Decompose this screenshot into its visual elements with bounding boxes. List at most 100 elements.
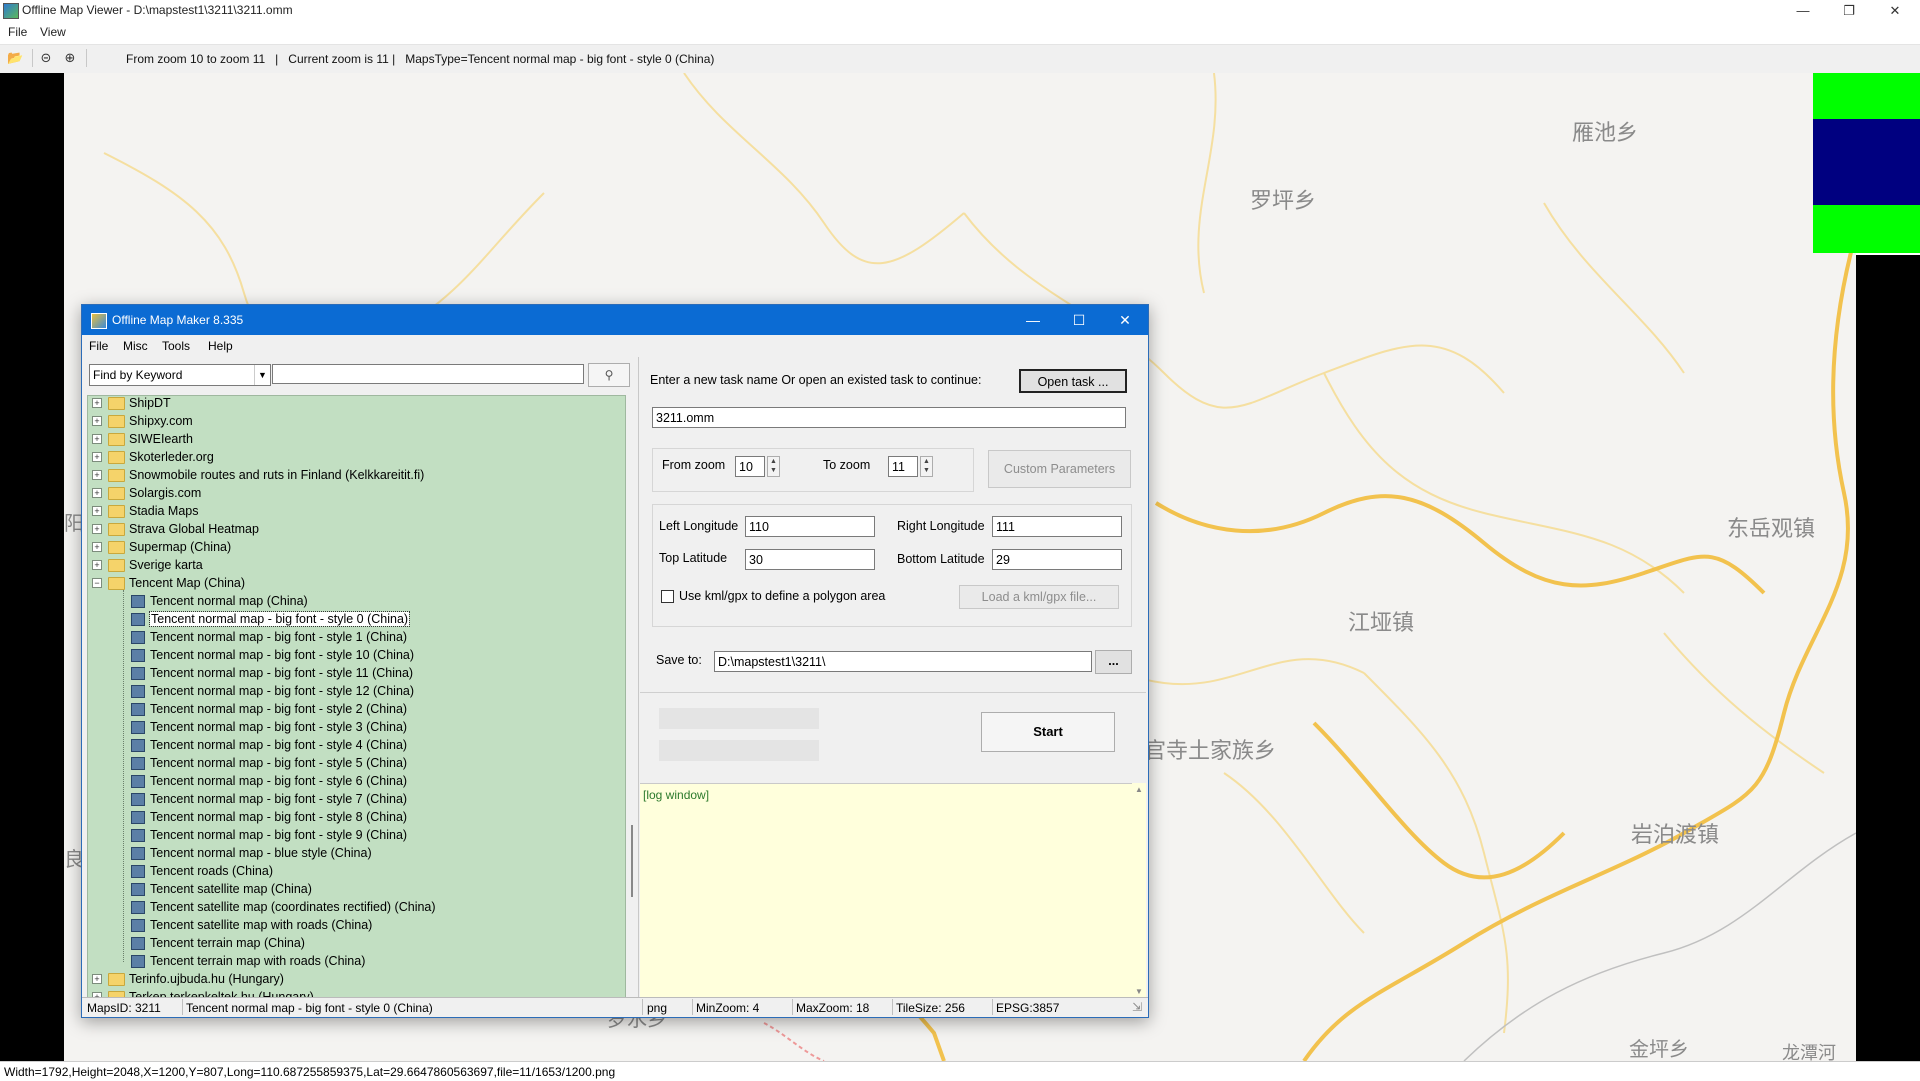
right-longitude-input[interactable]: 111	[992, 516, 1122, 537]
tree-group[interactable]: + Shipxy.com	[88, 412, 625, 430]
from-zoom-stepper[interactable]: ▲ ▼	[767, 456, 780, 477]
expand-icon[interactable]: +	[92, 524, 102, 534]
tree-item[interactable]: Tencent normal map - big font - style 2 …	[88, 700, 625, 718]
top-latitude-label: Top Latitude	[659, 551, 728, 565]
tree-item[interactable]: Tencent satellite map (coordinates recti…	[88, 898, 625, 916]
bottom-latitude-input[interactable]: 29	[992, 549, 1122, 570]
tree-item[interactable]: Tencent satellite map (China)	[88, 880, 625, 898]
expand-icon[interactable]: +	[92, 542, 102, 552]
close-button[interactable]: ✕	[1872, 0, 1918, 22]
tree-item[interactable]: Tencent normal map - big font - style 9 …	[88, 826, 625, 844]
load-kml-button[interactable]: Load a kml/gpx file...	[959, 585, 1119, 609]
tree-item[interactable]: Tencent normal map - big font - style 4 …	[88, 736, 625, 754]
zoom-out-icon[interactable]: ⊝	[38, 50, 54, 66]
from-zoom-input[interactable]: 10	[735, 456, 765, 477]
expand-icon[interactable]: +	[92, 452, 102, 462]
map-icon	[131, 649, 145, 662]
left-longitude-input[interactable]: 110	[745, 516, 875, 537]
open-task-button[interactable]: Open task ...	[1019, 369, 1127, 393]
dialog-title-bar[interactable]: Offline Map Maker 8.335 — ☐ ✕	[82, 305, 1148, 335]
tree-item-label: Tencent satellite map (coordinates recti…	[150, 900, 436, 914]
tree-group[interactable]: + Skoterleder.org	[88, 448, 625, 466]
tree-group[interactable]: + Sverige karta	[88, 556, 625, 574]
tree-group[interactable]: + Solargis.com	[88, 484, 625, 502]
tree-item[interactable]: Tencent normal map - big font - style 6 …	[88, 772, 625, 790]
tree-item[interactable]: Tencent normal map - blue style (China)	[88, 844, 625, 862]
tree-group[interactable]: + SIWEIearth	[88, 430, 625, 448]
dialog-minimize-button[interactable]: —	[1010, 305, 1056, 335]
search-button[interactable]: ⚲	[588, 363, 630, 387]
map-icon	[131, 883, 145, 896]
tree-item[interactable]: Tencent normal map - big font - style 0 …	[88, 610, 625, 628]
dialog-menu-tools[interactable]: Tools	[162, 339, 190, 353]
expand-icon[interactable]: +	[92, 470, 102, 480]
expand-icon[interactable]: +	[92, 398, 102, 408]
expand-icon[interactable]: +	[92, 560, 102, 570]
menu-view[interactable]: View	[40, 25, 66, 39]
restore-button[interactable]: ❐	[1826, 0, 1872, 22]
map-icon	[131, 757, 145, 770]
tree-group-label: Stadia Maps	[129, 504, 199, 518]
log-scrollbar[interactable]: ▲ ▼	[1132, 783, 1146, 998]
task-name-field[interactable]: 3211.omm	[652, 407, 1126, 428]
tree-group[interactable]: + Stadia Maps	[88, 502, 625, 520]
tree-group[interactable]: + Supermap (China)	[88, 538, 625, 556]
expand-icon[interactable]: +	[92, 488, 102, 498]
tree-group[interactable]: + Strava Global Heatmap	[88, 520, 625, 538]
expand-icon[interactable]: +	[92, 416, 102, 426]
tree-item[interactable]: Tencent normal map - big font - style 7 …	[88, 790, 625, 808]
expand-icon[interactable]: +	[92, 506, 102, 516]
top-latitude-input[interactable]: 30	[745, 549, 875, 570]
place-label: 官寺土家族乡	[1144, 739, 1277, 764]
tree-scroll-thumb[interactable]	[631, 825, 633, 897]
tree-item[interactable]: Tencent terrain map (China)	[88, 934, 625, 952]
find-mode-select[interactable]: Find by Keyword ▼	[89, 364, 271, 386]
to-zoom-stepper[interactable]: ▲ ▼	[920, 456, 933, 477]
tree-item[interactable]: Tencent roads (China)	[88, 862, 625, 880]
tree-item[interactable]: Tencent normal map - big font - style 10…	[88, 646, 625, 664]
folder-icon	[108, 451, 125, 464]
panel-divider	[638, 357, 639, 997]
map-source-tree[interactable]: + ShipDT + Shipxy.com + SIWEIearth + Skoterlede…	[87, 395, 626, 999]
kml-checkbox[interactable]	[661, 590, 674, 603]
tree-item[interactable]: Tencent normal map - big font - style 11…	[88, 664, 625, 682]
zoom-in-icon[interactable]: ⊕	[62, 50, 78, 66]
tree-group[interactable]: − Tencent Map (China)	[88, 574, 625, 592]
dialog-menu-file[interactable]: File	[89, 339, 108, 353]
custom-parameters-button[interactable]: Custom Parameters	[988, 450, 1131, 488]
dialog-menu-help[interactable]: Help	[208, 339, 233, 353]
to-zoom-input[interactable]: 11	[888, 456, 918, 477]
dialog-menu-misc[interactable]: Misc	[123, 339, 148, 353]
tree-item[interactable]: Tencent normal map - big font - style 1 …	[88, 628, 625, 646]
tree-item[interactable]: Tencent normal map (China)	[88, 592, 625, 610]
start-button[interactable]: Start	[981, 712, 1115, 752]
tree-item[interactable]: Tencent normal map - big font - style 8 …	[88, 808, 625, 826]
folder-open-icon[interactable]: 📂	[7, 50, 23, 66]
dialog-maximize-button[interactable]: ☐	[1056, 305, 1102, 335]
tree-item[interactable]: Tencent normal map - big font - style 12…	[88, 682, 625, 700]
save-path-value: D:\mapstest1\3211\	[718, 655, 826, 669]
resize-grip-icon[interactable]: ⇲	[1132, 1000, 1142, 1014]
tree-item[interactable]: Tencent normal map - big font - style 3 …	[88, 718, 625, 736]
tree-group[interactable]: + ShipDT	[88, 396, 625, 412]
log-window[interactable]: [log window]	[640, 783, 1146, 999]
status-max-zoom: MaxZoom: 18	[796, 1001, 870, 1015]
tree-item[interactable]: Tencent satellite map with roads (China)	[88, 916, 625, 934]
expand-icon[interactable]: +	[92, 434, 102, 444]
search-input[interactable]	[272, 364, 584, 384]
minimize-button[interactable]: —	[1780, 0, 1826, 22]
top-latitude-value: 30	[749, 553, 763, 567]
collapse-icon[interactable]: −	[92, 578, 102, 588]
tree-group[interactable]: + Terinfo.ujbuda.hu (Hungary)	[88, 970, 625, 988]
tree-group[interactable]: + Snowmobile routes and ruts in Finland (…	[88, 466, 625, 484]
tree-item-label: Tencent normal map - big font - style 3 …	[150, 720, 408, 734]
save-path-input[interactable]: D:\mapstest1\3211\	[714, 651, 1092, 672]
scroll-up-icon[interactable]: ▲	[1135, 785, 1143, 794]
tree-item[interactable]: Tencent normal map - big font - style 5 …	[88, 754, 625, 772]
scroll-down-icon[interactable]: ▼	[1135, 987, 1143, 996]
menu-file[interactable]: File	[8, 25, 27, 39]
expand-icon[interactable]: +	[92, 974, 102, 984]
tree-item[interactable]: Tencent terrain map with roads (China)	[88, 952, 625, 970]
dialog-close-button[interactable]: ✕	[1102, 305, 1148, 335]
browse-button[interactable]: ...	[1095, 650, 1132, 674]
